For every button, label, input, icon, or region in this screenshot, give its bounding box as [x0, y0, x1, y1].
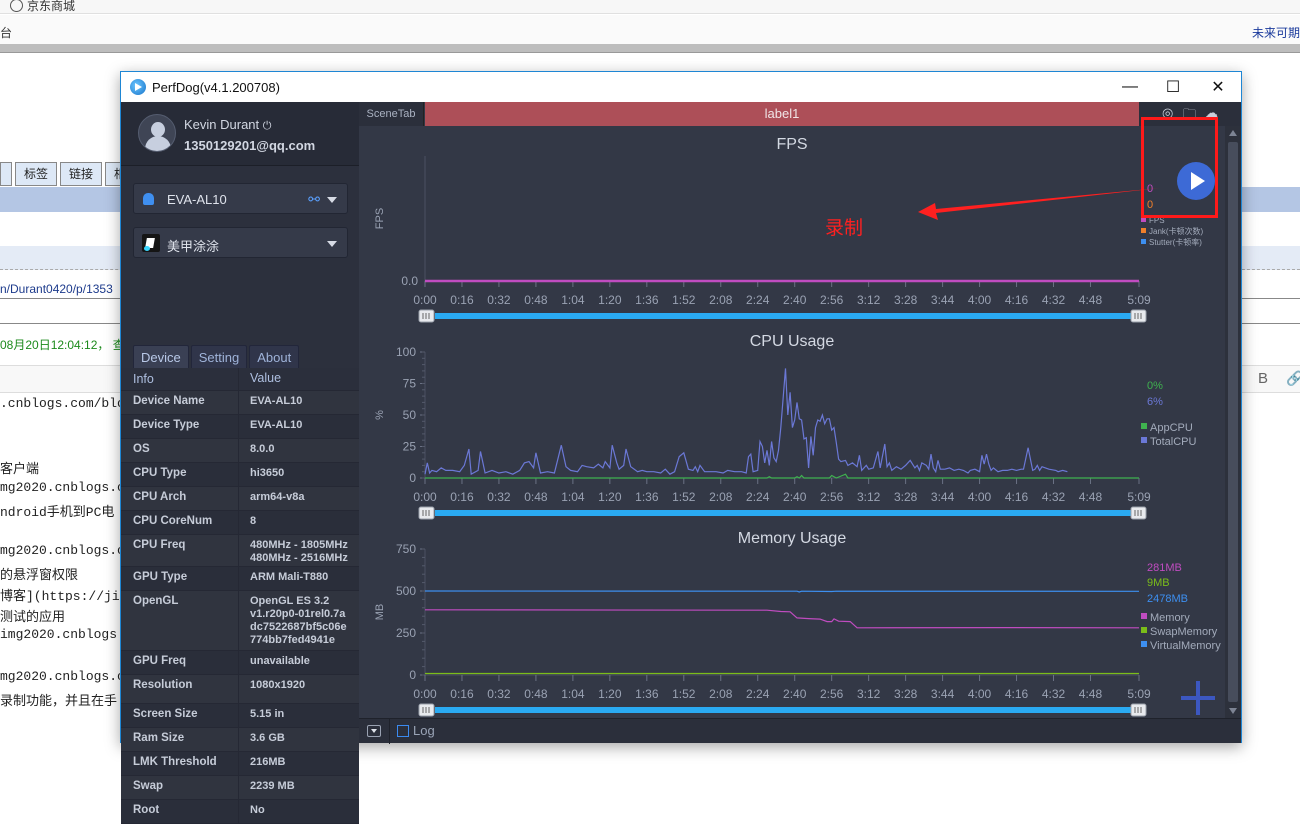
info-key: Swap	[121, 776, 239, 799]
annotation-record-text: 录制	[825, 218, 864, 239]
info-key: Root	[121, 800, 239, 823]
annotation-arrow	[918, 188, 1160, 220]
table-row: Swap 2239 MB	[121, 776, 359, 800]
table-row: Root No	[121, 800, 359, 824]
annotation-arrow-layer	[918, 188, 1160, 220]
info-value: 2239 MB	[250, 780, 295, 792]
info-value: No	[250, 804, 265, 816]
